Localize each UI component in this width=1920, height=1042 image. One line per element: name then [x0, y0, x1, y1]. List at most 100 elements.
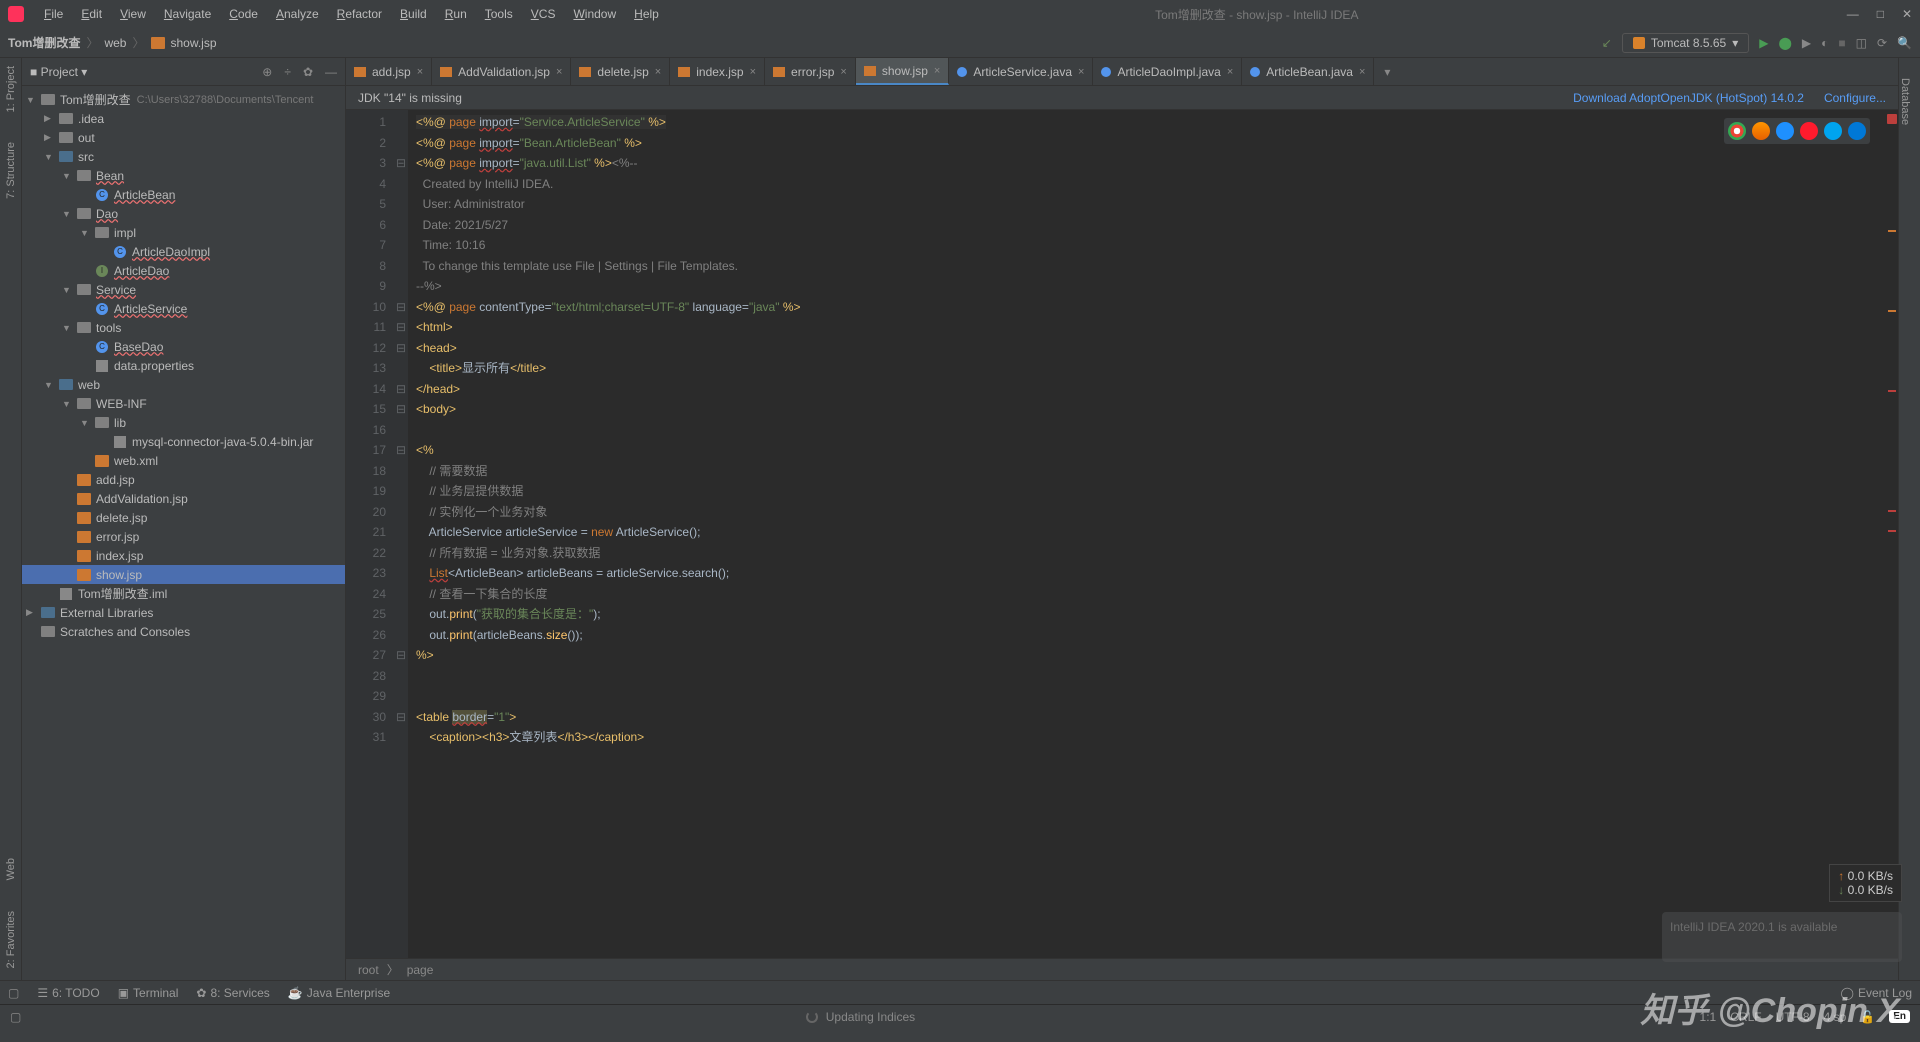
- tree-item-ArticleBean[interactable]: CArticleBean: [22, 185, 345, 204]
- maximize-icon[interactable]: □: [1877, 7, 1884, 21]
- firefox-icon[interactable]: [1752, 122, 1770, 140]
- close-tab-icon[interactable]: ×: [840, 66, 846, 78]
- debug-button[interactable]: ⬤: [1778, 36, 1791, 50]
- tree-item-Bean[interactable]: ▼Bean: [22, 166, 345, 185]
- more-tabs-icon[interactable]: ▾: [1374, 65, 1400, 79]
- tree-item-impl[interactable]: ▼impl: [22, 223, 345, 242]
- menu-view[interactable]: View: [112, 3, 154, 25]
- input-language-indicator[interactable]: En: [1889, 1010, 1910, 1023]
- error-indicator-icon[interactable]: [1887, 114, 1897, 124]
- tree-item-ArticleService[interactable]: CArticleService: [22, 299, 345, 318]
- menu-analyze[interactable]: Analyze: [268, 3, 327, 25]
- tree-item-index-jsp[interactable]: index.jsp: [22, 546, 345, 565]
- safari-icon[interactable]: [1776, 122, 1794, 140]
- services-tool-tab[interactable]: ✿ 8: Services: [196, 986, 269, 1000]
- tree-item-add-jsp[interactable]: add.jsp: [22, 470, 345, 489]
- project-tree[interactable]: ▼Tom增删改查C:\Users\32788\Documents\Tencent…: [22, 86, 345, 980]
- gear-icon[interactable]: ✿: [303, 65, 313, 79]
- menu-refactor[interactable]: Refactor: [329, 3, 390, 25]
- todo-tool-tab[interactable]: ☰ 6: TODO: [37, 986, 99, 1000]
- update-button[interactable]: ⟳: [1877, 36, 1887, 50]
- coverage-button[interactable]: ▶: [1802, 36, 1811, 50]
- tree-item-error-jsp[interactable]: error.jsp: [22, 527, 345, 546]
- close-tab-icon[interactable]: ×: [655, 66, 661, 78]
- fold-gutter[interactable]: ⊟⊟⊟⊟⊟⊟⊟⊟⊟: [394, 110, 408, 958]
- cursor-position[interactable]: 1:1: [1700, 1010, 1717, 1024]
- line-number-gutter[interactable]: 1234567891011121314151617181920212223242…: [346, 110, 394, 958]
- profile-button[interactable]: ◐: [1821, 36, 1828, 50]
- edge-icon[interactable]: [1848, 122, 1866, 140]
- crumb-page[interactable]: page: [407, 963, 434, 977]
- close-tab-icon[interactable]: ×: [1078, 66, 1084, 78]
- download-jdk-link[interactable]: Download AdoptOpenJDK (HotSpot) 14.0.2: [1573, 91, 1804, 105]
- menu-file[interactable]: File: [36, 3, 71, 25]
- status-icon[interactable]: ▢: [10, 1010, 21, 1024]
- stop-button[interactable]: ■: [1838, 36, 1845, 50]
- database-tool-tab[interactable]: Database: [1899, 58, 1911, 125]
- close-tab-icon[interactable]: ×: [1359, 66, 1365, 78]
- project-view-dropdown[interactable]: ■ Project ▾: [30, 65, 87, 79]
- tree-item-WEB-INF[interactable]: ▼WEB-INF: [22, 394, 345, 413]
- menu-code[interactable]: Code: [221, 3, 266, 25]
- tree-item-AddValidation-jsp[interactable]: AddValidation.jsp: [22, 489, 345, 508]
- breadcrumb[interactable]: Tom增删改查 〉 web 〉 show.jsp: [8, 34, 217, 51]
- close-tab-icon[interactable]: ×: [1227, 66, 1233, 78]
- update-notification-popup[interactable]: IntelliJ IDEA 2020.1 is available: [1662, 912, 1902, 962]
- close-icon[interactable]: ✕: [1902, 7, 1912, 21]
- tab-AddValidation-jsp[interactable]: AddValidation.jsp×: [432, 58, 571, 85]
- tree-item-web[interactable]: ▼web: [22, 375, 345, 394]
- locate-icon[interactable]: ⊕: [262, 65, 272, 79]
- tab-ArticleDaoImpl-java[interactable]: ArticleDaoImpl.java×: [1093, 58, 1242, 85]
- tree-item--idea[interactable]: ▶.idea: [22, 109, 345, 128]
- encoding[interactable]: UTF-8: [1776, 1010, 1810, 1024]
- tree-item-src[interactable]: ▼src: [22, 147, 345, 166]
- close-tab-icon[interactable]: ×: [750, 66, 756, 78]
- java-enterprise-tool-tab[interactable]: ☕ Java Enterprise: [288, 986, 390, 1000]
- breadcrumb-root[interactable]: Tom增删改查: [8, 34, 80, 51]
- run-button[interactable]: ▶: [1759, 36, 1768, 50]
- menu-window[interactable]: Window: [565, 3, 624, 25]
- build-icon[interactable]: ↙: [1602, 36, 1612, 50]
- tab-index-jsp[interactable]: index.jsp×: [670, 58, 765, 85]
- project-tool-tab[interactable]: 1: Project: [5, 66, 17, 112]
- tree-item-Service[interactable]: ▼Service: [22, 280, 345, 299]
- menu-vcs[interactable]: VCS: [523, 3, 564, 25]
- favorites-tool-tab[interactable]: 2: Favorites: [5, 911, 17, 968]
- collapse-icon[interactable]: ÷: [284, 65, 291, 79]
- tree-item-Dao[interactable]: ▼Dao: [22, 204, 345, 223]
- error-stripe[interactable]: [1886, 110, 1898, 958]
- indent-info[interactable]: 4 sp: [1824, 1010, 1847, 1024]
- tree-item-External-Libraries[interactable]: ▶External Libraries: [22, 603, 345, 622]
- crumb-root[interactable]: root: [358, 963, 379, 977]
- search-button[interactable]: 🔍: [1897, 36, 1912, 50]
- read-lock-icon[interactable]: 🔓: [1860, 1010, 1875, 1024]
- tree-item-tools[interactable]: ▼tools: [22, 318, 345, 337]
- menu-edit[interactable]: Edit: [73, 3, 110, 25]
- tab-add-jsp[interactable]: add.jsp×: [346, 58, 432, 85]
- run-configuration-dropdown[interactable]: Tomcat 8.5.65 ▾: [1622, 33, 1749, 53]
- tree-item-show-jsp[interactable]: show.jsp: [22, 565, 345, 584]
- git-button[interactable]: ◫: [1856, 36, 1867, 50]
- chrome-icon[interactable]: [1728, 122, 1746, 140]
- hide-icon[interactable]: —: [325, 65, 337, 79]
- tree-item-web-xml[interactable]: web.xml: [22, 451, 345, 470]
- minimize-icon[interactable]: —: [1847, 7, 1859, 21]
- tab-show-jsp[interactable]: show.jsp×: [856, 58, 949, 85]
- tree-item-delete-jsp[interactable]: delete.jsp: [22, 508, 345, 527]
- configure-link[interactable]: Configure...: [1824, 91, 1886, 105]
- tab-delete-jsp[interactable]: delete.jsp×: [571, 58, 670, 85]
- tree-item-ArticleDaoImpl[interactable]: CArticleDaoImpl: [22, 242, 345, 261]
- breadcrumb-file[interactable]: show.jsp: [171, 36, 217, 50]
- line-ending[interactable]: CRLF: [1730, 1010, 1761, 1024]
- menu-help[interactable]: Help: [626, 3, 667, 25]
- close-tab-icon[interactable]: ×: [417, 66, 423, 78]
- tree-item-lib[interactable]: ▼lib: [22, 413, 345, 432]
- tree-item-Tom-----iml[interactable]: Tom增删改查.iml: [22, 584, 345, 603]
- menu-tools[interactable]: Tools: [477, 3, 521, 25]
- code-editor[interactable]: <%@ page import="Service.ArticleService"…: [408, 110, 1886, 958]
- menu-navigate[interactable]: Navigate: [156, 3, 219, 25]
- tab-ArticleBean-java[interactable]: ArticleBean.java×: [1242, 58, 1374, 85]
- tree-item-Tom----[interactable]: ▼Tom增删改查C:\Users\32788\Documents\Tencent: [22, 90, 345, 109]
- tab-ArticleService-java[interactable]: ArticleService.java×: [949, 58, 1093, 85]
- tree-item-BaseDao[interactable]: CBaseDao: [22, 337, 345, 356]
